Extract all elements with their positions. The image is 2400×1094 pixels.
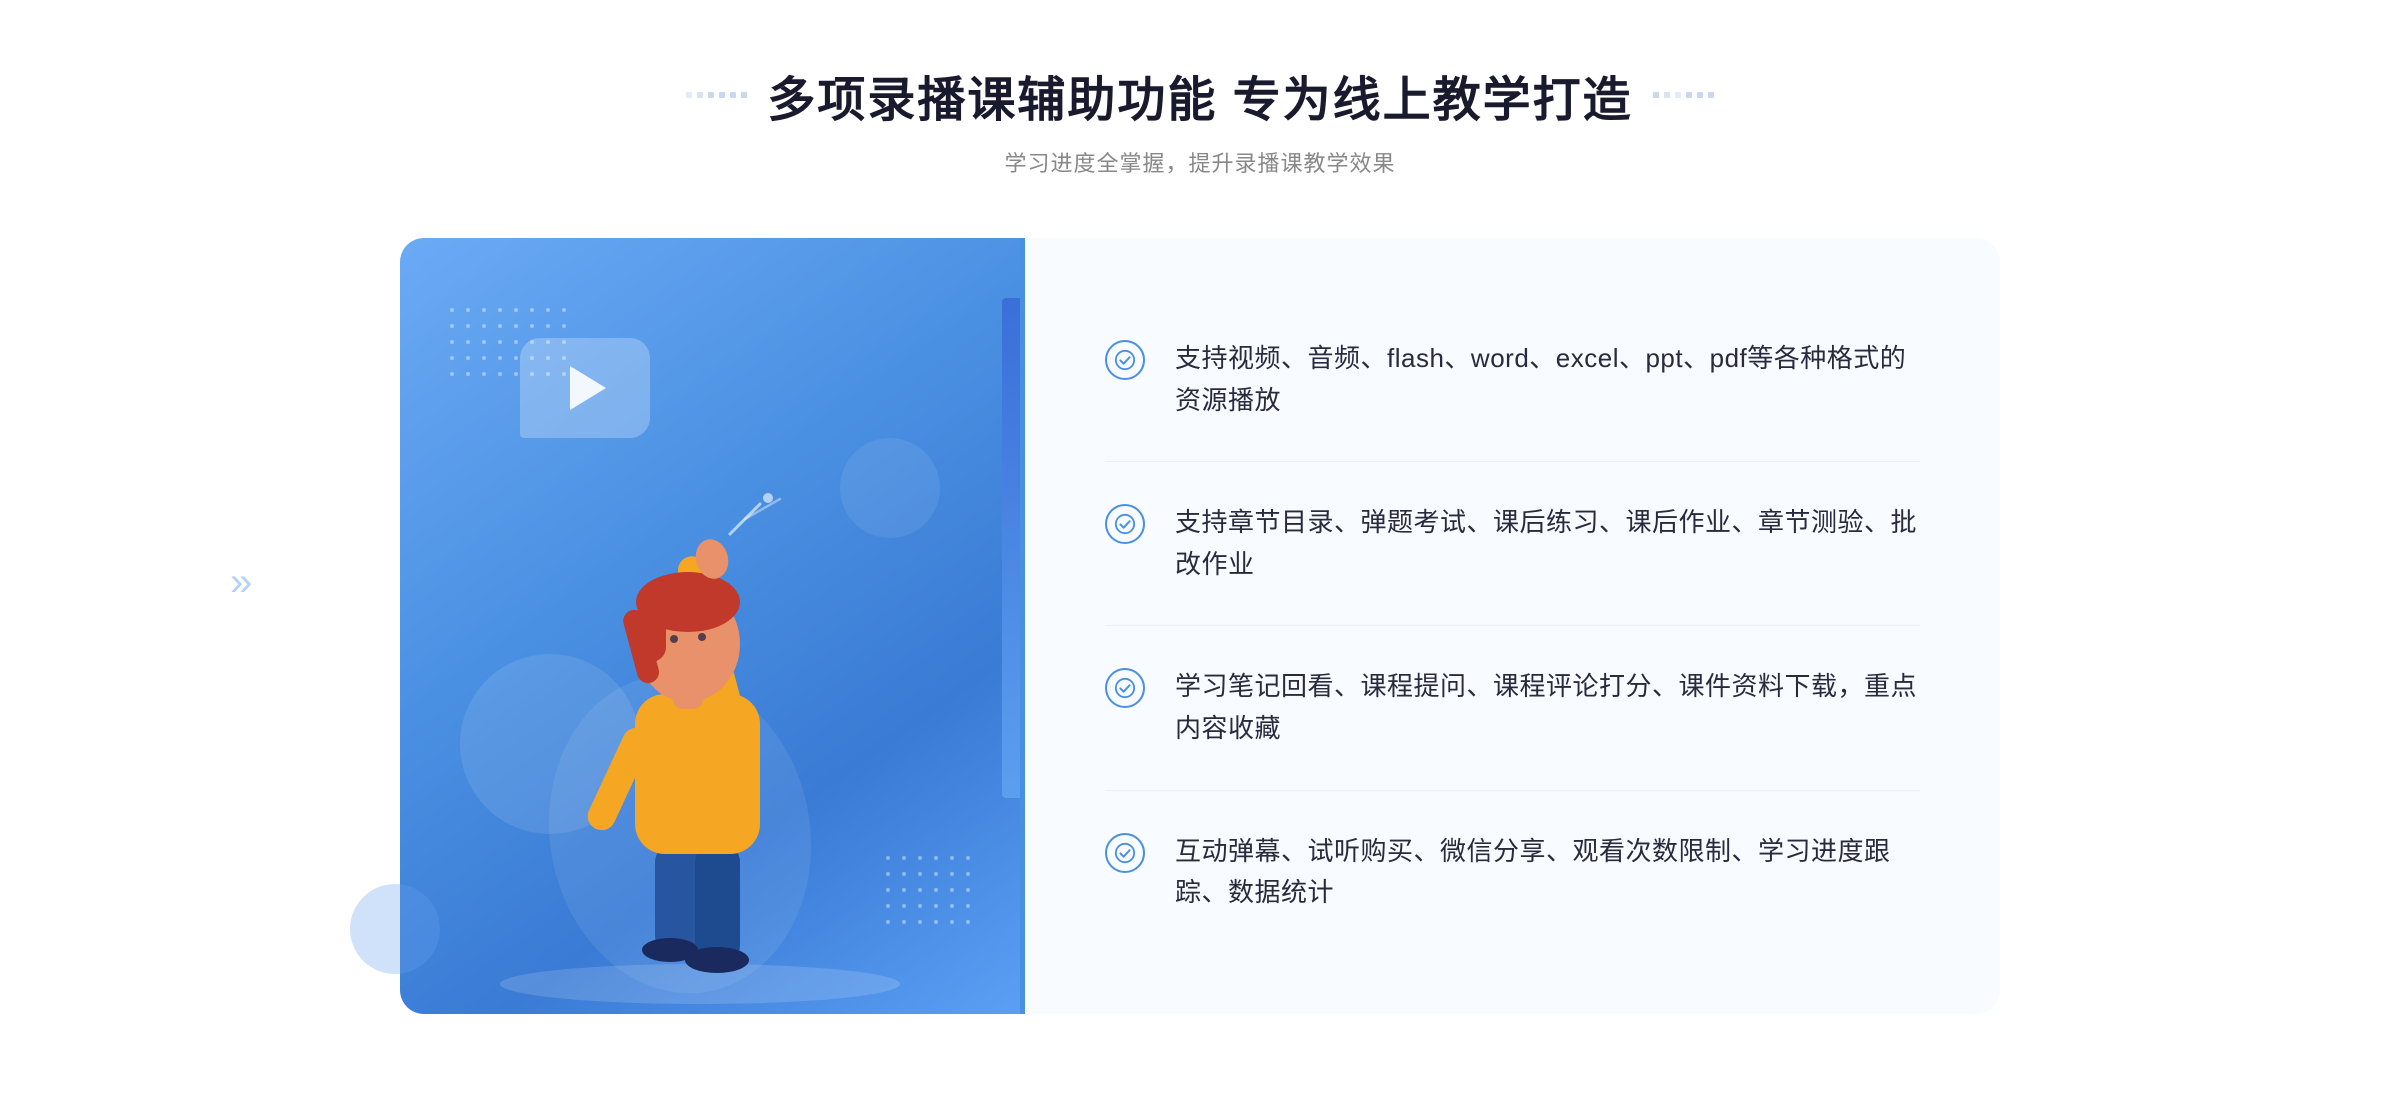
character-illustration [460, 454, 940, 1014]
sub-title: 学习进度全掌握，提升录播课教学效果 [0, 146, 2400, 178]
page-container: 多项录播课辅助功能 专为线上教学打造 学习进度全掌握，提升录播课教学效果 » [0, 0, 2400, 1094]
play-bubble [520, 338, 650, 438]
feature-text-4: 互动弹幕、试听购买、微信分享、观看次数限制、学习进度跟踪、数据统计 [1175, 831, 1920, 914]
check-icon-2 [1105, 504, 1145, 544]
feature-item-3: 学习笔记回看、课程提问、课程评论打分、课件资料下载，重点内容收藏 [1105, 626, 1920, 790]
vertical-accent-bar [1002, 298, 1020, 798]
title-decoration-right [1653, 92, 1714, 98]
blue-circle-decoration [350, 884, 440, 974]
features-panel: 支持视频、音频、flash、word、excel、ppt、pdf等各种格式的资源… [1020, 238, 2000, 1014]
feature-text-1: 支持视频、音频、flash、word、excel、ppt、pdf等各种格式的资源… [1175, 338, 1920, 421]
feature-text-2: 支持章节目录、弹题考试、课后练习、课后作业、章节测验、批改作业 [1175, 502, 1920, 585]
main-title: 多项录播课辅助功能 专为线上教学打造 [767, 60, 1632, 130]
check-icon-4 [1105, 833, 1145, 873]
header-section: 多项录播课辅助功能 专为线上教学打造 学习进度全掌握，提升录播课教学效果 [0, 60, 2400, 178]
title-decoration-left [686, 92, 747, 98]
feature-item-4: 互动弹幕、试听购买、微信分享、观看次数限制、学习进度跟踪、数据统计 [1105, 791, 1920, 954]
feature-item-2: 支持章节目录、弹题考试、课后练习、课后作业、章节测验、批改作业 [1105, 462, 1920, 626]
title-row: 多项录播课辅助功能 专为线上教学打造 [0, 60, 2400, 130]
feature-item-1: 支持视频、音频、flash、word、excel、ppt、pdf等各种格式的资源… [1105, 298, 1920, 462]
feature-text-3: 学习笔记回看、课程提问、课程评论打分、课件资料下载，重点内容收藏 [1175, 666, 1920, 749]
illustration-panel [400, 238, 1020, 1014]
check-icon-1 [1105, 340, 1145, 380]
left-chevron-decoration: » [230, 560, 252, 605]
play-icon [570, 366, 606, 410]
check-icon-3 [1105, 668, 1145, 708]
content-area: 支持视频、音频、flash、word、excel、ppt、pdf等各种格式的资源… [400, 238, 2000, 1014]
